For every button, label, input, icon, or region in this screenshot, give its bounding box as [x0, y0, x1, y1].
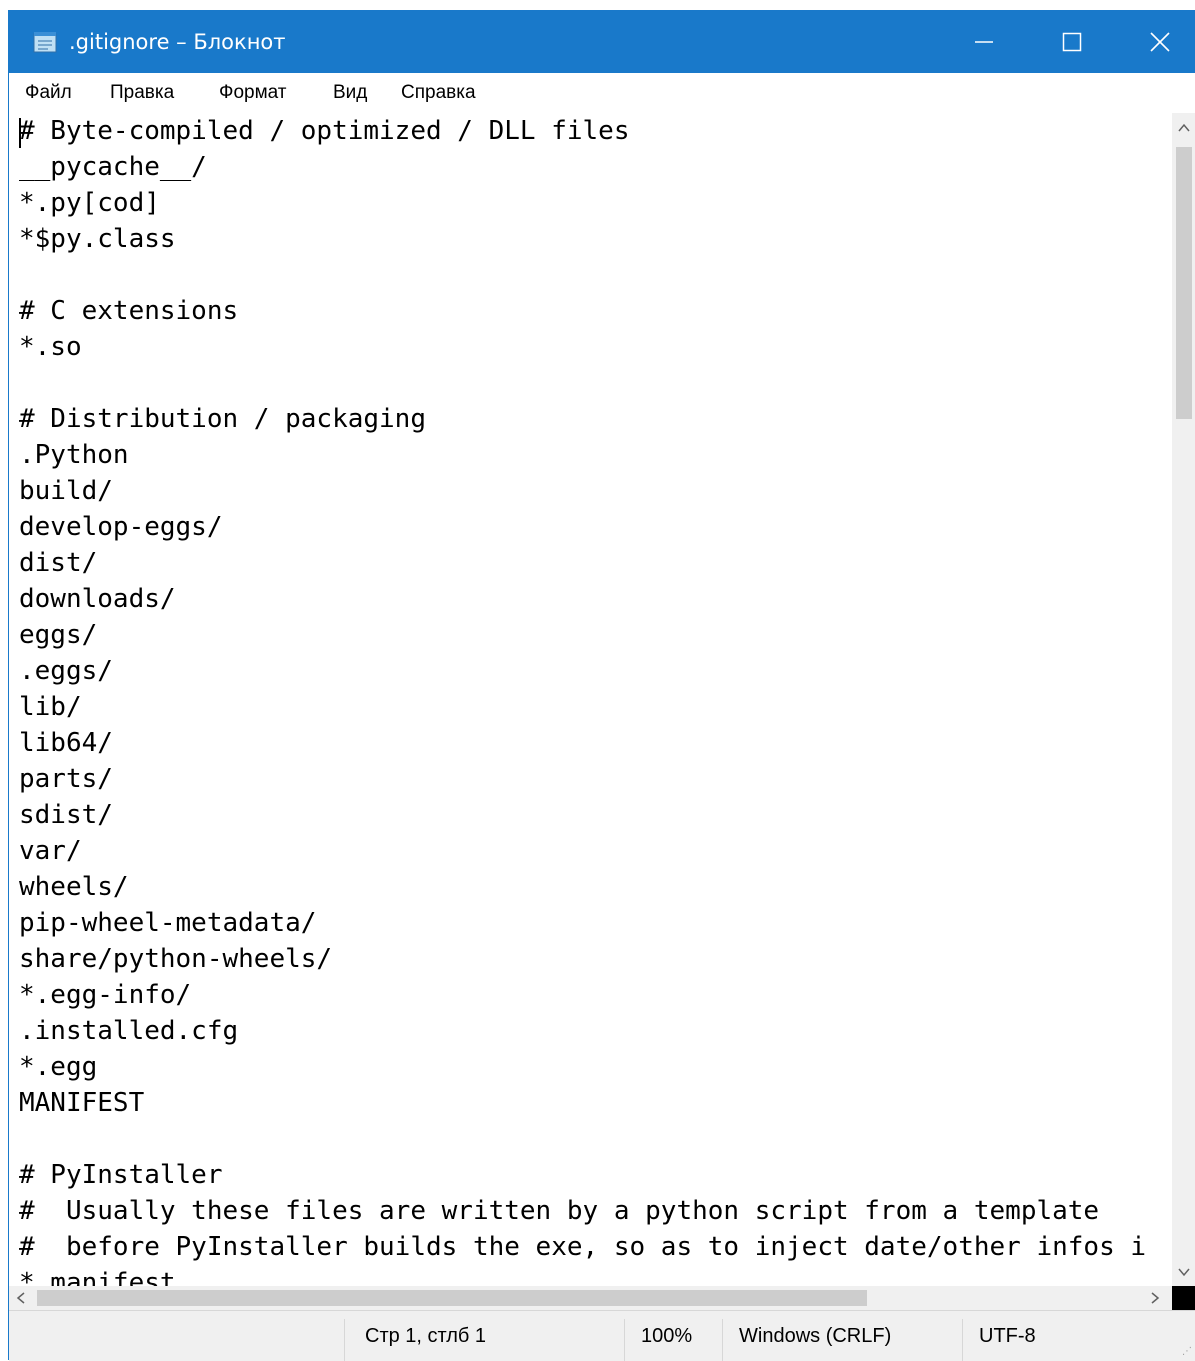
- maximize-icon: [1062, 32, 1082, 52]
- notepad-icon: [33, 32, 57, 53]
- resize-grip-icon[interactable]: ⋰: [1182, 1347, 1192, 1357]
- window-title: .gitignore – Блокнот: [69, 30, 286, 54]
- menu-edit[interactable]: Правка: [110, 81, 174, 105]
- status-cursor-position: Стр 1, стлб 1: [365, 1325, 487, 1347]
- status-encoding: UTF-8: [979, 1325, 1036, 1347]
- close-icon: [1150, 32, 1170, 52]
- status-divider: [962, 1319, 963, 1361]
- vertical-scrollbar[interactable]: [1172, 113, 1195, 1286]
- horizontal-scrollbar[interactable]: [9, 1286, 1172, 1310]
- scroll-up-arrow-icon[interactable]: [1178, 123, 1190, 133]
- vertical-scroll-thumb[interactable]: [1176, 147, 1192, 419]
- scroll-down-arrow-icon[interactable]: [1178, 1267, 1190, 1277]
- scroll-right-arrow-icon[interactable]: [1150, 1292, 1160, 1304]
- text-caret: [19, 118, 21, 148]
- editor-text[interactable]: # Byte-compiled / optimized / DLL files …: [9, 113, 1172, 1286]
- horizontal-scroll-thumb[interactable]: [37, 1290, 867, 1306]
- minimize-button[interactable]: [939, 10, 1027, 73]
- menu-bar: Файл Правка Формат Вид Справка: [9, 73, 1195, 113]
- status-divider: [344, 1319, 345, 1361]
- status-divider: [624, 1319, 625, 1361]
- menu-file[interactable]: Файл: [25, 81, 72, 105]
- status-bar: Стр 1, стлб 1 100% Windows (CRLF) UTF-8 …: [9, 1310, 1195, 1361]
- close-button[interactable]: [1115, 10, 1195, 73]
- menu-format[interactable]: Формат: [219, 81, 287, 105]
- scrollbar-corner: [1172, 1286, 1195, 1310]
- status-zoom: 100%: [641, 1325, 693, 1347]
- menu-view[interactable]: Вид: [333, 81, 367, 105]
- scroll-left-arrow-icon[interactable]: [16, 1292, 26, 1304]
- notepad-window: .gitignore – Блокнот Файл Правка Формат …: [8, 10, 1195, 1361]
- menu-help[interactable]: Справка: [401, 81, 476, 105]
- status-divider: [722, 1319, 723, 1361]
- status-line-endings: Windows (CRLF): [739, 1325, 892, 1347]
- title-bar[interactable]: .gitignore – Блокнот: [9, 10, 1195, 73]
- maximize-button[interactable]: [1027, 10, 1115, 73]
- minimize-icon: [975, 41, 993, 43]
- text-editor[interactable]: # Byte-compiled / optimized / DLL files …: [9, 113, 1172, 1286]
